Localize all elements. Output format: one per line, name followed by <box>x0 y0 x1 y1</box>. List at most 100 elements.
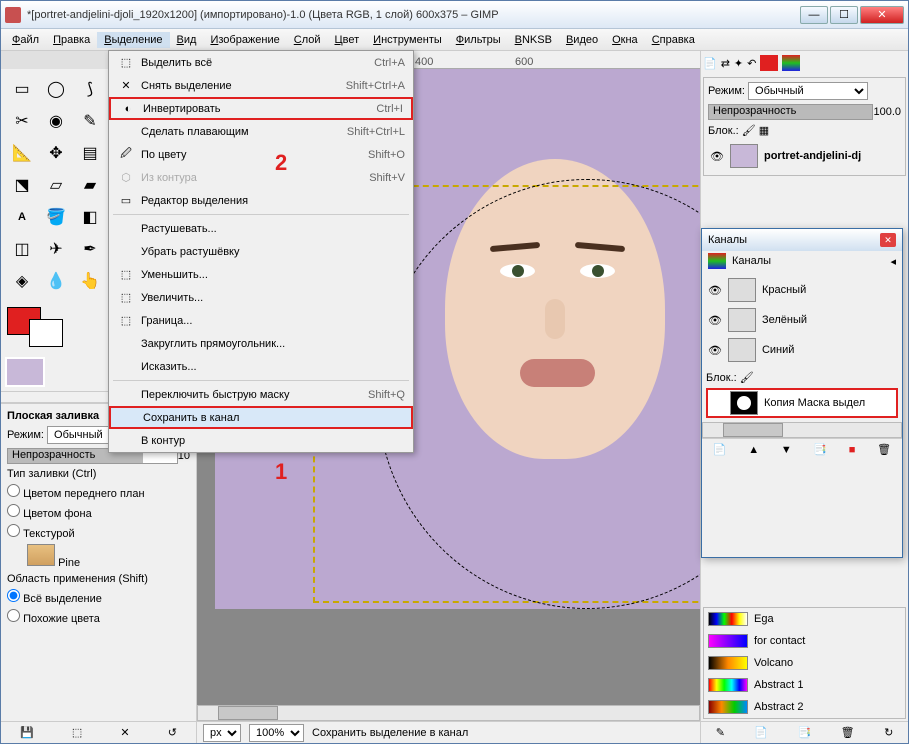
fill-tex-radio[interactable] <box>7 524 20 537</box>
ink-tool[interactable]: ✒ <box>73 233 107 265</box>
menu-изображение[interactable]: Изображение <box>203 32 286 48</box>
menu-выделение[interactable]: Выделение <box>97 32 169 48</box>
menuitem[interactable]: ⬚Увеличить... <box>109 286 413 309</box>
del-channel-icon[interactable]: 🗑 <box>877 443 891 456</box>
visibility-icon[interactable]: 👁 <box>708 344 722 357</box>
airbrush-tool[interactable]: ✈ <box>39 233 73 265</box>
close-button[interactable]: ✕ <box>860 6 904 24</box>
h-scrollbar[interactable] <box>197 705 700 721</box>
image-thumbnail[interactable] <box>5 357 45 387</box>
channels-tab-thumb[interactable] <box>708 253 726 269</box>
menuitem[interactable]: ▭Редактор выделения <box>109 189 413 212</box>
ellipse-select-tool[interactable]: ◯ <box>39 73 73 105</box>
pclone-tool[interactable]: ◈ <box>5 265 39 297</box>
paths-tool[interactable]: ✎ <box>73 105 107 137</box>
dup-gradient-icon[interactable]: 📑 <box>798 726 812 739</box>
menu-цвет[interactable]: Цвет <box>328 32 367 48</box>
blur-tool[interactable]: 💧 <box>39 265 73 297</box>
texture-preview[interactable] <box>27 544 55 566</box>
gradient-row[interactable]: Volcano <box>704 652 905 674</box>
menu-инструменты[interactable]: Инструменты <box>366 32 449 48</box>
lock-alpha-icon[interactable]: ▦ <box>759 125 769 137</box>
menu-слой[interactable]: Слой <box>287 32 328 48</box>
layer-thumbnail[interactable] <box>730 144 758 168</box>
zoom-select[interactable]: 100% <box>249 724 304 742</box>
bg-color[interactable] <box>29 319 63 347</box>
menuitem[interactable]: Растушевать... <box>109 217 413 240</box>
menu-окна[interactable]: Окна <box>605 32 645 48</box>
minimize-button[interactable]: — <box>800 6 828 24</box>
channels-menu-icon[interactable]: ◂ <box>890 255 896 268</box>
channels-close-button[interactable]: ✕ <box>880 233 896 247</box>
rect-select-tool[interactable]: ▭ <box>5 73 39 105</box>
menu-файл[interactable]: Файл <box>5 32 46 48</box>
lock-icon[interactable]: 🖌 <box>740 372 754 384</box>
channel-green[interactable]: 👁Зелёный <box>706 305 898 335</box>
align-tool[interactable]: ▤ <box>73 137 107 169</box>
menuitem[interactable]: 🖉По цветуShift+O <box>109 143 413 166</box>
gradient-row[interactable]: for contact <box>704 630 905 652</box>
area-sim-radio[interactable] <box>7 609 20 622</box>
undo-tab-icon[interactable]: ↶ <box>747 57 756 70</box>
menuitem[interactable]: Исказить... <box>109 355 413 378</box>
layers-tab-icon[interactable]: 📄 <box>703 57 717 70</box>
shear-tool[interactable]: ▱ <box>39 169 73 201</box>
menuitem[interactable]: Убрать растушёвку <box>109 240 413 263</box>
menu-вид[interactable]: Вид <box>170 32 204 48</box>
menu-видео[interactable]: Видео <box>559 32 605 48</box>
menuitem[interactable]: ⬡Из контураShift+V <box>109 166 413 189</box>
fill-bg-radio[interactable] <box>7 504 20 517</box>
gradient-row[interactable]: Abstract 2 <box>704 696 905 718</box>
eraser-tool[interactable]: ◫ <box>5 233 39 265</box>
menu-справка[interactable]: Справка <box>645 32 702 48</box>
scale-tool[interactable]: ⬔ <box>5 169 39 201</box>
fill-fg-radio[interactable] <box>7 484 20 497</box>
menu-bnksb[interactable]: BNKSB <box>508 32 559 48</box>
colormap-tab-icon[interactable] <box>782 55 800 71</box>
perspective-tool[interactable]: ▰ <box>73 169 107 201</box>
channels-scrollbar[interactable] <box>702 422 902 438</box>
menuitem[interactable]: Сделать плавающимShift+Ctrl+L <box>109 120 413 143</box>
fg-select-tool[interactable]: ◉ <box>39 105 73 137</box>
paths-tab-icon[interactable]: ✦ <box>734 57 743 70</box>
menuitem[interactable]: ⬚Выделить всёCtrl+A <box>109 51 413 74</box>
lower-channel-icon[interactable]: ▼ <box>781 444 792 456</box>
toolopt-save-icon[interactable]: 💾 <box>20 726 34 739</box>
to-selection-icon[interactable]: ■ <box>849 444 856 456</box>
new-channel-icon[interactable]: 📄 <box>713 443 727 456</box>
dup-channel-icon[interactable]: 📑 <box>813 443 827 456</box>
gradient-row[interactable]: Abstract 1 <box>704 674 905 696</box>
channels-tab-icon[interactable]: ⇄ <box>721 57 730 70</box>
menuitem[interactable]: ◐ИнвертироватьCtrl+I <box>109 97 413 120</box>
channel-blue[interactable]: 👁Синий <box>706 335 898 365</box>
menuitem[interactable]: ✕Снять выделениеShift+Ctrl+A <box>109 74 413 97</box>
visibility-icon[interactable]: 👁 <box>710 150 724 163</box>
layer-row[interactable]: 👁 portret-andjelini-dj <box>708 141 901 171</box>
visibility-icon[interactable]: 👁 <box>708 314 722 327</box>
unit-select[interactable]: px <box>203 724 241 742</box>
new-gradient-icon[interactable]: 📄 <box>754 726 768 739</box>
refresh-gradient-icon[interactable]: ↻ <box>884 726 893 739</box>
edit-gradient-icon[interactable]: ✎ <box>716 726 725 739</box>
move-tool[interactable]: ✥ <box>39 137 73 169</box>
channel-mask[interactable]: Копия Маска выдел <box>706 388 898 418</box>
blend-tool[interactable]: ◧ <box>73 201 107 233</box>
lasso-tool[interactable]: ⟆ <box>73 73 107 105</box>
menu-правка[interactable]: Правка <box>46 32 97 48</box>
histogram-tab-icon[interactable] <box>760 55 778 71</box>
toolopt-restore-icon[interactable]: ⬚ <box>72 726 82 739</box>
menuitem[interactable]: ⬚Уменьшить... <box>109 263 413 286</box>
menuitem[interactable]: Сохранить в канал <box>109 406 413 429</box>
menuitem[interactable]: ⬚Граница... <box>109 309 413 332</box>
del-gradient-icon[interactable]: 🗑 <box>841 726 855 739</box>
smudge-tool[interactable]: 👆 <box>73 265 107 297</box>
lock-pixels-icon[interactable]: 🖌 <box>742 125 756 137</box>
bucket-tool[interactable]: 🪣 <box>39 201 73 233</box>
layer-mode-select[interactable]: Обычный <box>748 82 868 100</box>
visibility-icon[interactable]: 👁 <box>708 284 722 297</box>
toolopt-reset-icon[interactable]: ↺ <box>168 726 177 739</box>
menuitem[interactable]: Закруглить прямоугольник... <box>109 332 413 355</box>
raise-channel-icon[interactable]: ▲ <box>748 444 759 456</box>
maximize-button[interactable]: ☐ <box>830 6 858 24</box>
text-tool[interactable]: A <box>5 201 39 233</box>
